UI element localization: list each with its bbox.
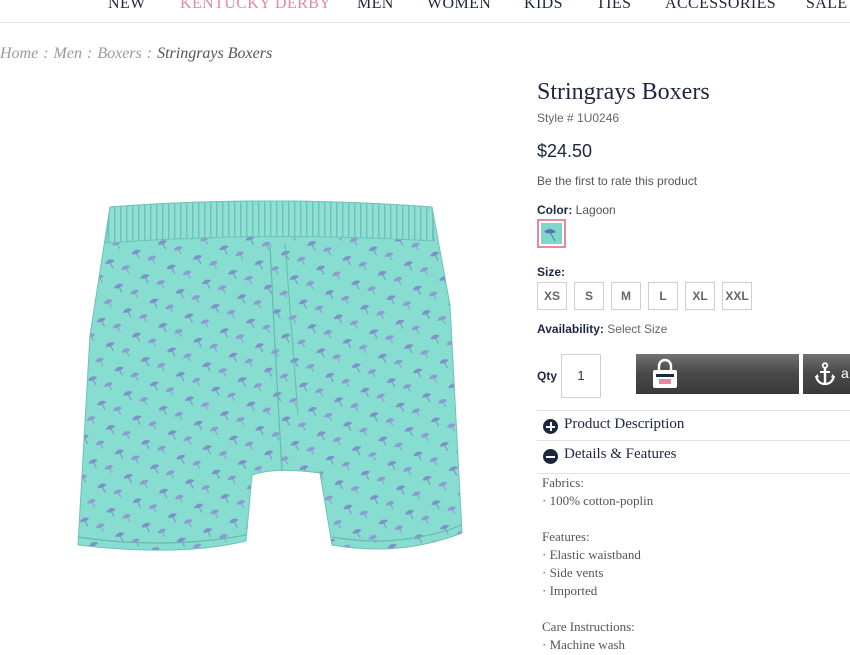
- breadcrumb-separator: :: [146, 45, 153, 62]
- minus-circle-icon: [543, 449, 558, 464]
- size-button-m[interactable]: M: [611, 282, 641, 310]
- breadcrumb-men[interactable]: Men: [54, 45, 82, 62]
- product-price: $24.50: [537, 141, 593, 161]
- availability-label: Availability:: [537, 322, 604, 336]
- features-item: · Elastic waistband: [542, 547, 641, 562]
- size-button-xs[interactable]: XS: [537, 282, 567, 310]
- accordion-divider: [537, 473, 850, 474]
- breadcrumb-boxers[interactable]: Boxers: [97, 45, 141, 62]
- nav-item-kentucky-derby[interactable]: KENTUCKY DERBY: [180, 0, 331, 13]
- accordion-details-features[interactable]: Details & Features: [537, 440, 850, 473]
- nav-item-sale[interactable]: SALE: [806, 0, 848, 13]
- plus-circle-icon: [543, 419, 558, 434]
- color-value: Lagoon: [575, 203, 616, 217]
- breadcrumb-home[interactable]: Home: [0, 45, 38, 62]
- wishlist-button[interactable]: a: [803, 354, 850, 394]
- features-item: · Imported: [542, 583, 598, 598]
- style-number: Style # 1U0246: [537, 111, 620, 125]
- nav-item-women[interactable]: WOMEN: [427, 0, 491, 13]
- features-item: · Side vents: [542, 565, 604, 580]
- care-heading: Care Instructions:: [542, 619, 635, 634]
- nav-item-kids[interactable]: KIDS: [524, 0, 563, 13]
- breadcrumb: Home: Men: Boxers: Stringrays Boxers: [0, 45, 272, 63]
- swatch-fill: [541, 223, 562, 244]
- care-item: · Machine wash: [542, 637, 626, 652]
- shopping-bag-icon: [653, 358, 677, 388]
- size-label: Size:: [537, 265, 566, 279]
- nav-item-new[interactable]: NEW: [108, 0, 146, 13]
- breadcrumb-separator: :: [86, 45, 93, 62]
- qty-input[interactable]: 1: [561, 354, 601, 398]
- wishlist-label: a: [841, 365, 849, 381]
- availability-value: Select Size: [607, 322, 668, 336]
- size-button-s[interactable]: S: [574, 282, 604, 310]
- availability: Availability: Select Size: [537, 322, 667, 336]
- color-label-title: Color:: [537, 203, 573, 217]
- size-button-xxl[interactable]: XXL: [722, 282, 752, 310]
- fabrics-item: · 100% cotton-poplin: [542, 493, 654, 508]
- fabrics-heading: Fabrics:: [542, 475, 584, 490]
- anchor-icon: [814, 362, 836, 386]
- accordion-title: Product Description: [564, 416, 685, 432]
- rate-product-link[interactable]: Be the first to rate this product: [537, 174, 697, 188]
- size-button-l[interactable]: L: [648, 282, 678, 310]
- features-heading: Features:: [542, 529, 590, 544]
- color-swatch-lagoon[interactable]: [537, 219, 566, 248]
- product-image[interactable]: [70, 185, 470, 560]
- top-navigation: NEW KENTUCKY DERBY MEN WOMEN KIDS TIES A…: [0, 0, 850, 23]
- breadcrumb-current: Stringrays Boxers: [157, 45, 273, 62]
- nav-item-accessories[interactable]: ACCESSORIES: [665, 0, 776, 13]
- nav-item-men[interactable]: MEN: [357, 0, 394, 13]
- size-button-xl[interactable]: XL: [685, 282, 715, 310]
- qty-label: Qty: [537, 369, 558, 383]
- stingray-swatch-icon: [544, 229, 556, 242]
- breadcrumb-separator: :: [43, 45, 49, 62]
- product-title: Stringrays Boxers: [537, 79, 710, 105]
- add-to-bag-button[interactable]: [636, 354, 799, 394]
- accordion-title: Details & Features: [564, 446, 677, 462]
- accordion-product-description[interactable]: Product Description: [537, 410, 850, 441]
- nav-item-ties[interactable]: TIES: [596, 0, 631, 13]
- color-label: Color: Lagoon: [537, 203, 616, 217]
